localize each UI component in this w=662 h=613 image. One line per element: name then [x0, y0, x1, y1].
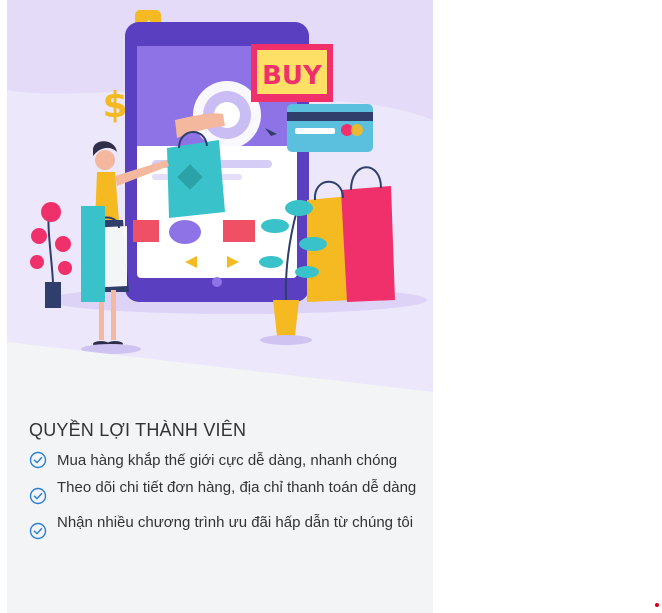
benefits-section: QUYỀN LỢI THÀNH VIÊN Mua hàng khắp thế g… [29, 420, 424, 548]
benefit-item-text: Theo dõi chi tiết đơn hàng, địa chỉ than… [57, 479, 417, 496]
check-circle-icon [29, 487, 47, 505]
benefits-title: QUYỀN LỢI THÀNH VIÊN [29, 420, 247, 440]
svg-text:$: $ [102, 85, 127, 126]
status-dot [655, 603, 659, 607]
benefit-item-text: Mua hàng khắp thế giới cực dễ dàng, nhan… [57, 452, 398, 469]
shopping-illustration: ¢ $ $ BUY [7, 0, 433, 392]
buy-sign-text: BUY [262, 61, 323, 91]
benefit-item-text: Nhận nhiều chương trình ưu đãi hấp dẫn t… [57, 514, 414, 531]
benefit-item: Theo dõi chi tiết đơn hàng, địa chỉ than… [29, 478, 424, 505]
benefit-item: Mua hàng khắp thế giới cực dễ dàng, nhan… [29, 451, 424, 470]
member-benefits-card: ¢ $ $ BUY [7, 0, 433, 613]
check-circle-icon [29, 451, 47, 469]
check-circle-icon [29, 522, 47, 540]
benefit-item: Nhận nhiều chương trình ưu đãi hấp dẫn t… [29, 513, 424, 540]
